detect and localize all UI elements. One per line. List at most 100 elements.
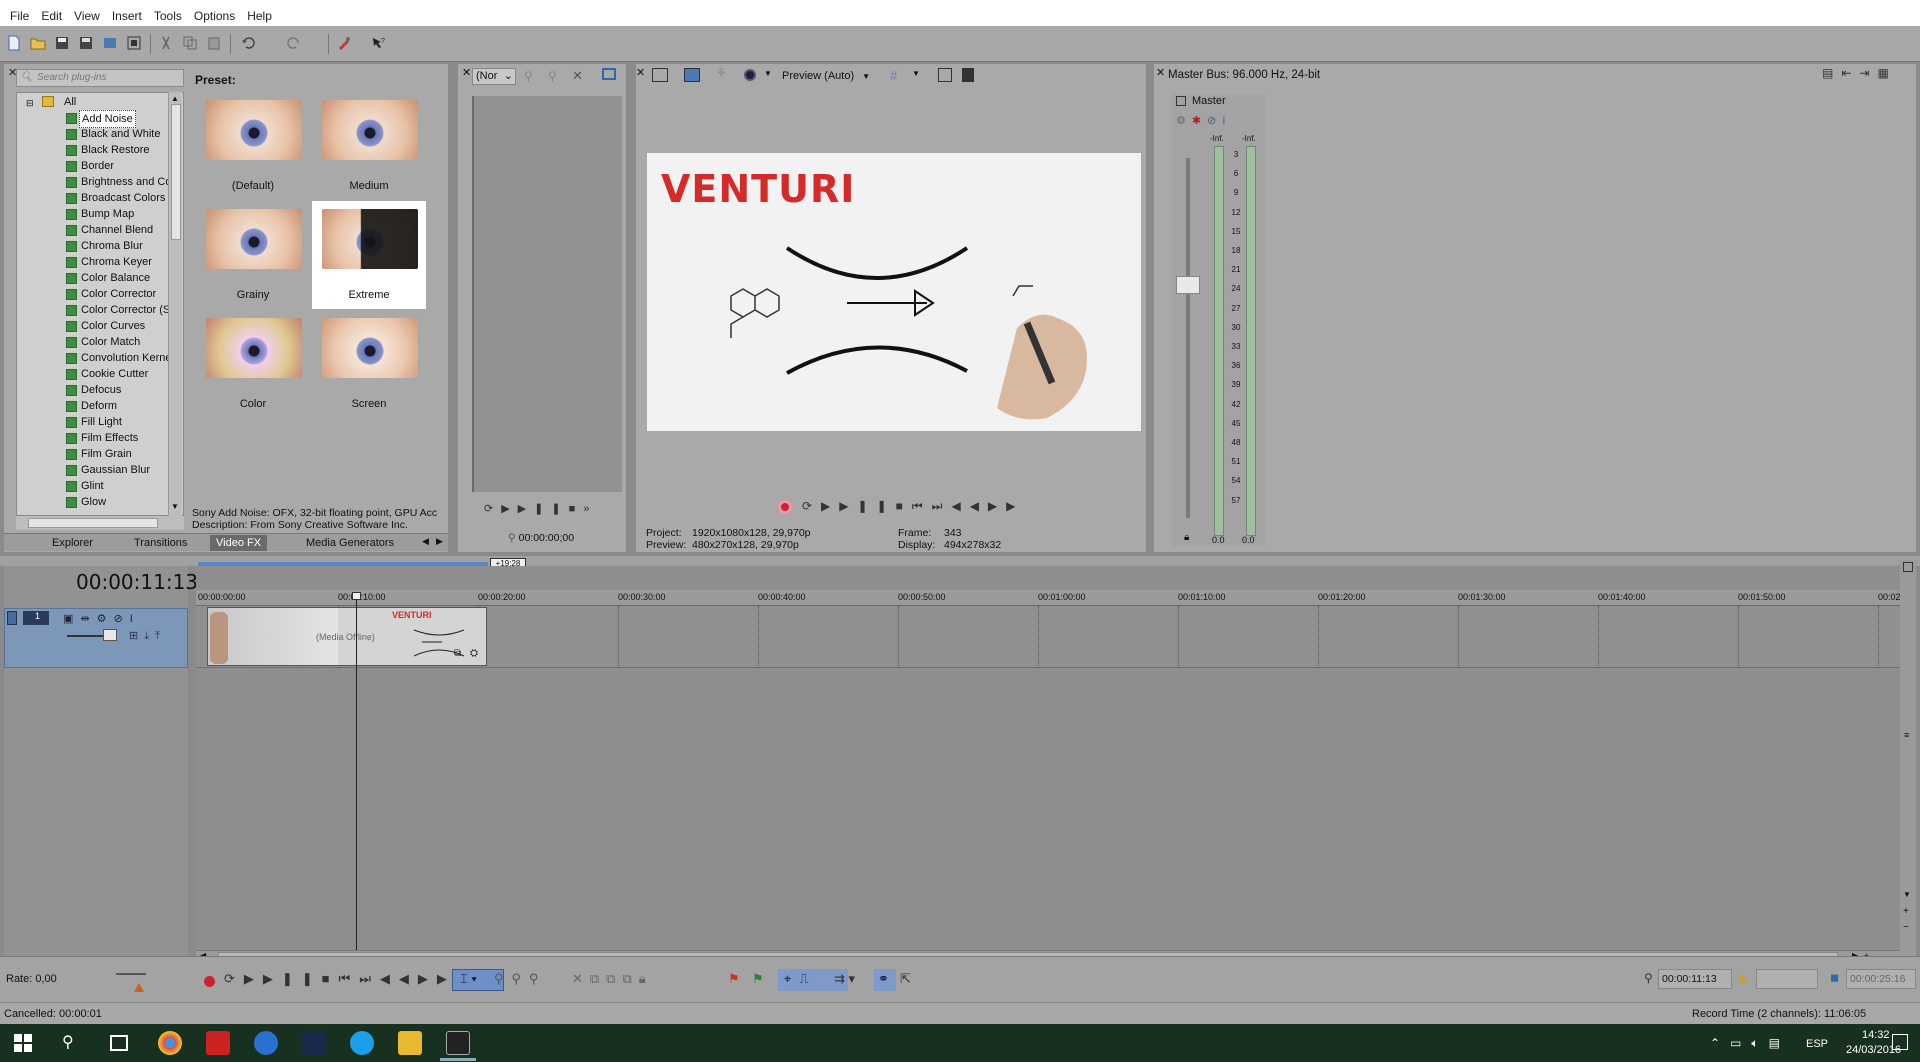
- track-minimize-icon[interactable]: [7, 611, 17, 625]
- playhead-cursor[interactable]: [356, 596, 357, 950]
- help-pointer-icon[interactable]: ?: [370, 35, 386, 51]
- file-explorer-icon[interactable]: [398, 1031, 422, 1055]
- menu-tools[interactable]: Tools: [148, 9, 188, 23]
- selection-length-field[interactable]: 00:00:25:16: [1846, 969, 1916, 989]
- preview-transport-controls[interactable]: ⟳▶▶❚❚■⏮⏭◀◀▶▶: [802, 499, 1024, 514]
- track-list-icon[interactable]: [1903, 562, 1913, 572]
- tab-video-fx[interactable]: Video FX: [210, 535, 268, 551]
- trimmer-dropdown[interactable]: (Nor ⌄: [472, 68, 516, 85]
- cursor-time-field[interactable]: 00:00:11:13: [1658, 969, 1732, 989]
- rate-slider[interactable]: [116, 973, 146, 981]
- master-channel-buttons[interactable]: ⚙✱⊘I: [1176, 114, 1231, 127]
- masterbus-toolbar[interactable]: ▤⇤⇥▦: [1822, 66, 1897, 80]
- record-button[interactable]: [778, 500, 792, 514]
- masterbus-close-icon[interactable]: ✕: [1156, 66, 1165, 79]
- auto-ripple-icon[interactable]: ⇉ ▾: [834, 971, 855, 987]
- system-tray-icons[interactable]: ⌃▭🔈︎▤: [1710, 1036, 1790, 1051]
- menu-edit[interactable]: Edit: [35, 9, 68, 23]
- record-transport-button[interactable]: [204, 976, 215, 987]
- selection-start-field[interactable]: [1756, 969, 1818, 989]
- vegas-pro-icon[interactable]: [446, 1031, 470, 1055]
- popcorn-app-icon[interactable]: [206, 1031, 230, 1055]
- properties-icon[interactable]: [126, 35, 142, 51]
- panel-close-icon[interactable]: ✕: [8, 66, 17, 80]
- tab-transitions[interactable]: Transitions: [128, 535, 193, 551]
- zoom-out-v-icon[interactable]: −: [1903, 922, 1909, 933]
- ignore-grouping-icon[interactable]: ⇱: [900, 971, 911, 987]
- task-view-icon[interactable]: [110, 1035, 128, 1051]
- scroll-down-icon[interactable]: ▼: [171, 502, 179, 511]
- video-track-header[interactable]: 1 ▣⇹⚙⊘I ⊞⤓⤒: [4, 608, 188, 668]
- timeline-transport-controls[interactable]: ⟳▶▶❚❚■⏮⏭◀◀▶▶: [224, 971, 456, 987]
- preview-properties-icon[interactable]: [652, 68, 668, 82]
- playhead-handle[interactable]: [352, 592, 361, 600]
- start-windows-icon[interactable]: [14, 1034, 32, 1052]
- tree-vertical-scrollbar[interactable]: ▲ ▼: [168, 92, 182, 516]
- menu-options[interactable]: Options: [188, 9, 241, 23]
- split-dropdown-icon[interactable]: ▼: [764, 69, 772, 78]
- chrome-icon[interactable]: [158, 1031, 182, 1055]
- time-ruler[interactable]: 00:00:00:00 00:00:10:00 00:00:20:00 00:00:3…: [196, 590, 1901, 606]
- explorer-tool-icon[interactable]: [336, 35, 352, 51]
- undo-icon[interactable]: [240, 35, 256, 51]
- copy-icon[interactable]: [182, 35, 198, 51]
- browser-app-icon[interactable]: [254, 1031, 278, 1055]
- tree-horizontal-scrollbar[interactable]: [16, 516, 184, 530]
- video-event-clip[interactable]: (Media Offline) VENTURI ⧉ ⛭: [207, 607, 487, 666]
- fx-icon[interactable]: ⚘: [716, 66, 727, 80]
- preset-thumbnail[interactable]: Screen: [312, 310, 426, 418]
- preset-thumbnail[interactable]: (Default): [196, 92, 310, 200]
- new-file-icon[interactable]: [6, 35, 22, 51]
- split-screen-icon[interactable]: [744, 69, 756, 81]
- timeline-vertical-scrollbar[interactable]: ≡ ▼ + −: [1900, 560, 1916, 956]
- tab-explorer[interactable]: Explorer: [46, 535, 99, 551]
- open-folder-icon[interactable]: [30, 35, 46, 51]
- overlays-dropdown-icon[interactable]: ▼: [912, 69, 920, 78]
- edit-tools[interactable]: ⚲⚲⚲: [494, 971, 547, 987]
- search-plugins-input[interactable]: 🔍︎ Search plug-ins: [16, 69, 184, 87]
- skype-icon[interactable]: [350, 1031, 374, 1055]
- track-controls[interactable]: ▣⇹⚙⊘I: [63, 612, 140, 625]
- external-monitor-icon[interactable]: [684, 68, 700, 82]
- trimmer-monitor-icon[interactable]: [602, 68, 616, 80]
- scroll-grip-icon[interactable]: ≡: [1904, 730, 1909, 740]
- region-icon[interactable]: ⚑: [752, 971, 764, 987]
- trimmer-view[interactable]: [472, 96, 622, 492]
- menu-insert[interactable]: Insert: [106, 9, 148, 23]
- menu-file[interactable]: File: [4, 9, 35, 23]
- tab-right-arrow-icon[interactable]: ▶: [436, 536, 443, 547]
- menu-view[interactable]: View: [68, 9, 106, 23]
- save-as-icon[interactable]: [78, 35, 94, 51]
- delete-trim-tools[interactable]: ✕⧉⧉⧉🔒︎: [572, 971, 653, 987]
- language-indicator[interactable]: ESP: [1806, 1038, 1828, 1050]
- zoom-in-v-icon[interactable]: +: [1903, 906, 1909, 917]
- scroll-up-icon[interactable]: ▲: [171, 94, 179, 103]
- track-motion-buttons[interactable]: ⊞⤓⤒: [129, 629, 166, 643]
- notifications-icon[interactable]: [1892, 1034, 1908, 1050]
- cut-icon[interactable]: [158, 35, 174, 51]
- save-snapshot-icon[interactable]: [962, 68, 974, 82]
- track-slider-thumb[interactable]: [103, 629, 117, 641]
- rate-slider-thumb[interactable]: [134, 983, 144, 992]
- preset-thumbnail[interactable]: Color: [196, 310, 310, 418]
- vscroll-down-icon[interactable]: ▼: [1903, 890, 1911, 899]
- steam-icon[interactable]: [302, 1031, 326, 1055]
- trimmer-tool2-icon[interactable]: ⚲: [548, 69, 557, 83]
- master-fader[interactable]: [1176, 276, 1200, 294]
- event-fx-icon[interactable]: ⛭: [470, 648, 478, 659]
- trimmer-close-icon[interactable]: ✕: [462, 66, 471, 79]
- track-opacity-slider[interactable]: [67, 635, 105, 637]
- preset-thumbnail[interactable]: Grainy: [196, 201, 310, 309]
- tab-media-generators[interactable]: Media Generators: [300, 535, 400, 551]
- hscroll-thumb[interactable]: [28, 518, 158, 528]
- copy-snapshot-icon[interactable]: [938, 68, 952, 82]
- trimmer-tool-icon[interactable]: ⚲: [524, 69, 533, 83]
- menu-help[interactable]: Help: [241, 9, 278, 23]
- render-icon[interactable]: [102, 35, 118, 51]
- clock-time[interactable]: 14:32: [1862, 1029, 1890, 1041]
- trimmer-clear-icon[interactable]: ✕: [572, 68, 583, 84]
- search-taskbar-icon[interactable]: ⚲: [62, 1032, 74, 1052]
- redo-icon[interactable]: [286, 35, 302, 51]
- preset-thumbnail[interactable]: Extreme: [312, 201, 426, 309]
- master-channel-icon[interactable]: [1176, 96, 1186, 106]
